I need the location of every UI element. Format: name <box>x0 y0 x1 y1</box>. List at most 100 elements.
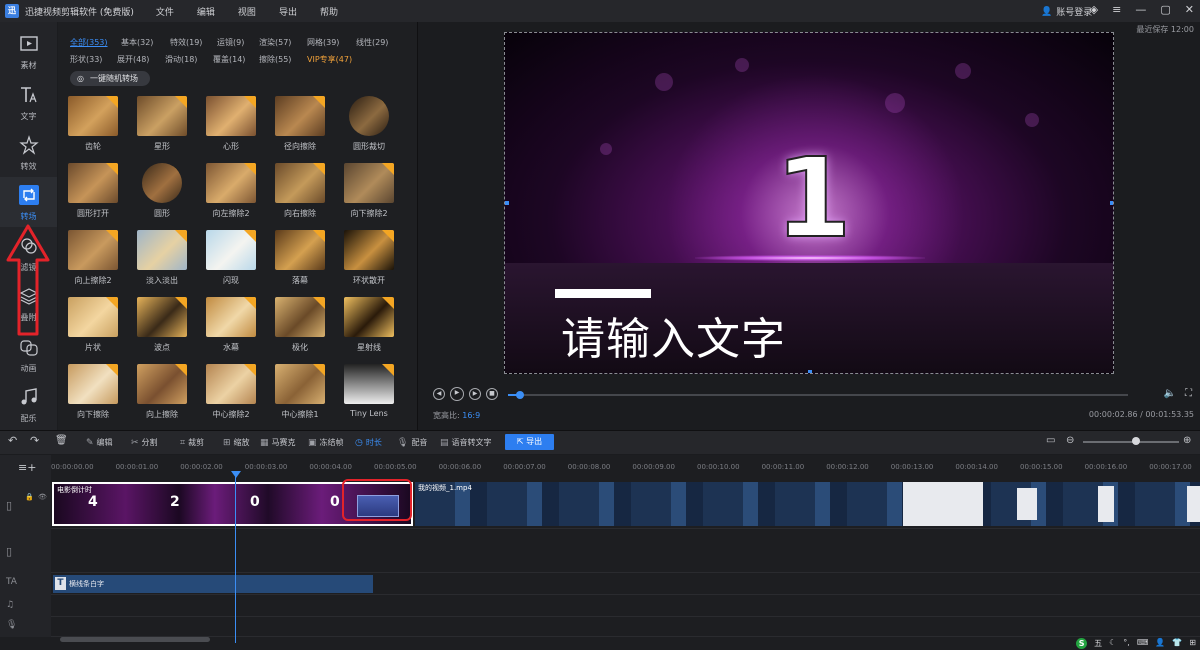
transition-thumbnail[interactable] <box>275 230 325 270</box>
login-button[interactable]: 👤 账号登录 <box>1041 5 1092 19</box>
transition-thumbnail[interactable] <box>344 163 394 203</box>
category-tab-special[interactable]: 特效(19) <box>170 37 202 48</box>
transition-thumbnail[interactable] <box>206 96 256 136</box>
visibility-icon[interactable]: 👁 <box>38 493 47 501</box>
moon-icon[interactable]: ☾ <box>1109 638 1116 649</box>
transition-thumbnail[interactable] <box>68 163 118 203</box>
grid-icon[interactable]: ⊞ <box>1189 638 1196 649</box>
playhead-handle[interactable] <box>231 471 241 478</box>
shirt-icon[interactable]: 👕 <box>1172 638 1182 649</box>
play-icon[interactable]: ▶ <box>450 387 464 401</box>
sidebar-item-media[interactable]: 素材 <box>0 26 57 76</box>
transition-thumbnail[interactable] <box>344 230 394 270</box>
menu-view[interactable]: 视图 <box>238 5 256 18</box>
text-clip[interactable]: T 横线条白字 <box>53 575 373 593</box>
transition-thumbnail[interactable] <box>137 364 187 404</box>
zoom-out-icon[interactable]: ⊖ <box>1066 435 1074 446</box>
timeline-zoom-knob[interactable] <box>1132 437 1140 445</box>
ime-mode[interactable]: 五 <box>1094 638 1102 649</box>
undo-icon[interactable]: ↶ <box>8 434 17 447</box>
stop-icon[interactable]: ■ <box>486 388 498 400</box>
ime-logo-icon[interactable]: S <box>1076 638 1088 649</box>
prev-frame-icon[interactable]: ◀ <box>433 388 445 400</box>
aspect-ratio[interactable]: 宽高比: 16:9 <box>433 410 480 421</box>
timeline-zoom-slider[interactable] <box>1083 441 1179 443</box>
delete-icon[interactable]: 🗑 <box>55 435 68 446</box>
sidebar-item-effect[interactable]: 转效 <box>0 127 57 177</box>
timeline-ruler[interactable]: 00:00:00.00 00:00:01.00 00:00:02.00 00:00:0… <box>51 461 1200 479</box>
freeze-frame-button[interactable]: ▣ 冻结帧 <box>308 437 344 448</box>
fullscreen-icon[interactable]: ⛶ <box>1185 388 1192 399</box>
skin-icon[interactable]: ◈ <box>1090 3 1098 16</box>
crop-button[interactable]: ⌗ 裁剪 <box>180 437 204 448</box>
menu-help[interactable]: 帮助 <box>320 5 338 18</box>
volume-icon[interactable]: 🔈 <box>1164 388 1176 399</box>
sidebar-item-transition[interactable]: 转场 <box>0 177 57 227</box>
zoom-in-icon[interactable]: ⊕ <box>1183 435 1191 446</box>
category-tab-camera[interactable]: 运镜(9) <box>217 37 244 48</box>
category-tab-linear[interactable]: 线性(29) <box>356 37 388 48</box>
fit-timeline-icon[interactable]: ▭ <box>1046 435 1055 446</box>
category-tab-expand[interactable]: 展开(48) <box>117 54 149 65</box>
sidebar-item-animation[interactable]: 动画 <box>0 329 57 379</box>
transition-thumbnail[interactable] <box>349 96 389 136</box>
menu-icon[interactable]: ≡ <box>1112 3 1121 16</box>
timeline-scrollbar[interactable] <box>60 637 210 642</box>
sidebar-item-music[interactable]: 配乐 <box>0 379 57 429</box>
lock-icon[interactable]: 🔒 <box>25 493 34 501</box>
speech-to-text-button[interactable]: ▤ 语音转文字 <box>440 437 492 448</box>
transition-thumbnail[interactable] <box>68 364 118 404</box>
transition-thumbnail[interactable] <box>68 297 118 337</box>
transition-thumbnail[interactable] <box>344 297 394 337</box>
canvas-text[interactable]: 请输入文字 <box>561 303 786 367</box>
category-tab-vip[interactable]: VIP专享(47) <box>307 54 352 65</box>
category-tab-shape[interactable]: 形状(33) <box>70 54 102 65</box>
menu-file[interactable]: 文件 <box>156 5 174 18</box>
transition-thumbnail[interactable] <box>206 297 256 337</box>
transition-thumbnail[interactable] <box>275 364 325 404</box>
transition-thumbnail[interactable] <box>137 96 187 136</box>
transition-thumbnail[interactable] <box>275 96 325 136</box>
user-tray-icon[interactable]: 👤 <box>1155 638 1165 649</box>
category-tab-wipe[interactable]: 擦除(55) <box>259 54 291 65</box>
resize-handle[interactable] <box>808 370 812 373</box>
transition-thumbnail[interactable] <box>206 230 256 270</box>
zoom-button[interactable]: ⊞ 缩放 <box>223 437 250 448</box>
edit-button[interactable]: ✎ 编辑 <box>86 437 113 448</box>
category-tab-slide[interactable]: 滑动(18) <box>165 54 197 65</box>
keyboard-icon[interactable]: ⌨ <box>1137 638 1149 649</box>
transition-thumbnail[interactable] <box>137 230 187 270</box>
resize-handle[interactable] <box>505 201 509 205</box>
progress-knob[interactable] <box>516 391 524 399</box>
split-button[interactable]: ✂ 分割 <box>131 437 158 448</box>
transition-thumbnail[interactable] <box>206 163 256 203</box>
resize-handle[interactable] <box>1110 201 1113 205</box>
mosaic-button[interactable]: ▦ 马赛克 <box>260 437 296 448</box>
menu-edit[interactable]: 编辑 <box>197 5 215 18</box>
dubbing-button[interactable]: 🎙 配音 <box>397 437 427 448</box>
close-icon[interactable]: ✕ <box>1185 3 1194 16</box>
transition-thumbnail[interactable] <box>137 297 187 337</box>
duration-button[interactable]: ◷ 时长 <box>355 437 382 448</box>
category-tab-basic[interactable]: 基本(32) <box>121 37 153 48</box>
progress-track[interactable] <box>508 391 1128 399</box>
redo-icon[interactable]: ↷ <box>30 434 39 447</box>
category-tab-grid[interactable]: 网格(39) <box>307 37 339 48</box>
playhead[interactable] <box>235 473 236 643</box>
transition-thumbnail[interactable] <box>275 297 325 337</box>
maximize-icon[interactable]: ▢ <box>1160 3 1170 16</box>
transition-thumbnail[interactable] <box>206 364 256 404</box>
transition-thumbnail[interactable] <box>68 230 118 270</box>
category-tab-cover[interactable]: 覆盖(14) <box>213 54 245 65</box>
export-button[interactable]: ⇱ 导出 <box>505 434 554 450</box>
preview-canvas[interactable]: 1 请输入文字 <box>504 32 1114 374</box>
transition-thumbnail[interactable] <box>344 364 394 404</box>
random-transition-button[interactable]: 一键随机转场 <box>70 71 150 86</box>
menu-export[interactable]: 导出 <box>279 5 297 18</box>
video-clip[interactable]: 我的视频_1.mp4 <box>415 482 1200 526</box>
minimize-icon[interactable]: — <box>1135 3 1146 16</box>
category-tab-render[interactable]: 渲染(57) <box>259 37 291 48</box>
sidebar-item-text[interactable]: 文字 <box>0 77 57 127</box>
transition-thumbnail[interactable] <box>68 96 118 136</box>
next-frame-icon[interactable]: ▶ <box>469 388 481 400</box>
